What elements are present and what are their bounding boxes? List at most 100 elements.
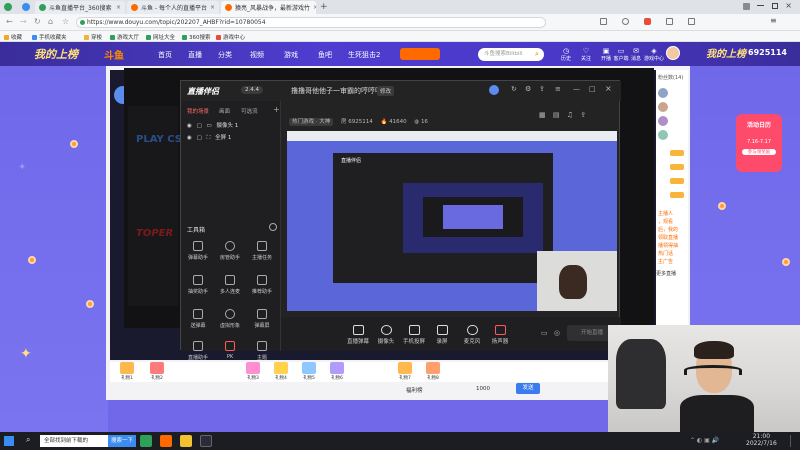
live-danmu-button[interactable]: 直播弹幕 bbox=[343, 325, 373, 345]
tool-lottery[interactable]: 抽奖助手 bbox=[183, 275, 213, 295]
camera-button[interactable]: 摄像头 bbox=[371, 325, 401, 345]
tool-danmu-assistant[interactable]: 弹幕助手 bbox=[183, 241, 213, 261]
phone-cast-button[interactable]: 手机投屏 bbox=[399, 325, 429, 345]
add-scene-icon[interactable]: + bbox=[273, 105, 280, 114]
preview-canvas[interactable]: 直播伴侣 bbox=[287, 131, 617, 311]
tool-send-danmu[interactable]: 送弹幕 bbox=[183, 309, 213, 329]
tool-room-admin[interactable]: 房管助手 bbox=[215, 241, 245, 261]
gift-item[interactable]: 礼物7 bbox=[394, 362, 416, 381]
tab-streams[interactable]: 可选流 bbox=[241, 107, 258, 115]
new-tab-button[interactable]: + bbox=[320, 2, 328, 12]
menu-icon[interactable] bbox=[743, 3, 750, 10]
promo-badge[interactable] bbox=[400, 48, 440, 60]
microphone-button[interactable]: 麦克风 bbox=[457, 325, 487, 345]
user-avatar[interactable] bbox=[666, 46, 680, 60]
companion-taskbar-icon[interactable] bbox=[200, 435, 212, 447]
close-window-icon[interactable]: × bbox=[785, 1, 792, 10]
nav-home[interactable]: 首页 bbox=[158, 50, 172, 60]
gift-item[interactable]: 礼物6 bbox=[326, 362, 348, 381]
bookmark-item[interactable]: 游戏大厅 bbox=[110, 33, 139, 41]
tab-360-search[interactable]: 斗鱼直播平台_360搜索 × bbox=[35, 1, 125, 14]
nav-fishbar[interactable]: 鱼吧 bbox=[318, 50, 332, 60]
gift-item[interactable]: 礼物8 bbox=[422, 362, 444, 381]
tab-my-scenes[interactable]: 我的场景 bbox=[187, 107, 209, 115]
forward-icon[interactable]: → bbox=[20, 17, 27, 26]
nav-category[interactable]: 分类 bbox=[218, 50, 232, 60]
tool-danmu-screen[interactable]: 弹幕屏 bbox=[247, 309, 277, 329]
tab-close-icon[interactable]: × bbox=[313, 4, 316, 11]
game-center-button[interactable]: ◈ 游戏中心 bbox=[642, 47, 666, 62]
share-icon[interactable]: ⇪ bbox=[539, 85, 545, 93]
screenshot-icon[interactable] bbox=[666, 18, 673, 25]
history-button[interactable]: ◷ 历史 bbox=[556, 47, 576, 62]
bookmark-item[interactable]: 网址大全 bbox=[146, 33, 175, 41]
url-field[interactable]: https://www.douyu.com/topic/202207_AHBF?… bbox=[76, 17, 546, 28]
share-icon[interactable]: ⇪ bbox=[580, 111, 586, 119]
speaker-button[interactable]: 扬声器 bbox=[485, 325, 515, 345]
scene-item[interactable]: ◉ ▢ ▭ 摄像头 1 bbox=[187, 121, 238, 129]
download-icon[interactable] bbox=[622, 18, 629, 25]
eye-icon[interactable]: ◉ bbox=[187, 123, 192, 129]
browser-taskbar-icon[interactable] bbox=[140, 435, 152, 447]
tab-canvas[interactable]: 画面 bbox=[219, 107, 230, 115]
close-icon[interactable]: × bbox=[605, 84, 612, 93]
scene-item[interactable]: ◉ ▢ ⛶ 全屏 1 bbox=[187, 133, 231, 142]
event-calendar-badge[interactable]: 活动日历 7.16-7.17 参与领奖励 bbox=[736, 114, 782, 172]
tab-douyu-stream[interactable]: 猿亮_风暴战争，最新游戏竹 × bbox=[221, 1, 316, 14]
clock[interactable]: 21:00 2022/7/16 bbox=[746, 433, 777, 447]
gift-item[interactable]: 礼物5 bbox=[298, 362, 320, 381]
tab-douyu-home[interactable]: 斗鱼 - 每个人的直播平台 × bbox=[127, 1, 219, 14]
follow-button[interactable]: ♡ 关注 bbox=[576, 47, 596, 62]
bookmark-item[interactable]: 360搜索 bbox=[182, 33, 211, 41]
lock-icon[interactable]: ▢ bbox=[197, 123, 202, 129]
site-logo[interactable]: 斗鱼 bbox=[104, 47, 124, 62]
tool-live-assistant[interactable]: 直播助手 bbox=[183, 341, 213, 361]
tool-avatar[interactable]: 虚拟形象 bbox=[215, 309, 245, 329]
video-icon[interactable]: ▭ bbox=[541, 329, 548, 337]
nav-game-promo[interactable]: 生死狙击2 bbox=[348, 50, 380, 60]
extension-icon[interactable] bbox=[600, 18, 607, 25]
nav-games[interactable]: 游戏 bbox=[284, 50, 298, 60]
nav-video[interactable]: 视频 bbox=[250, 50, 264, 60]
layout-icon[interactable]: ▦ bbox=[539, 111, 546, 119]
taskbar-search-button[interactable]: 搜索一下 bbox=[108, 435, 136, 447]
gift-item[interactable]: 礼物3 bbox=[242, 362, 264, 381]
record-dot-icon[interactable]: ◎ bbox=[554, 329, 560, 337]
screen-record-button[interactable]: 录屏 bbox=[427, 325, 457, 345]
eye-icon[interactable]: ◉ bbox=[187, 135, 192, 141]
more-menu-icon[interactable]: ≡ bbox=[770, 16, 777, 25]
tool-pk[interactable]: PK bbox=[215, 341, 245, 360]
toolbox-more-icon[interactable] bbox=[269, 223, 277, 231]
gift-item[interactable]: 礼物1 bbox=[116, 362, 138, 381]
tab-close-icon[interactable]: × bbox=[116, 4, 121, 11]
minimize-icon[interactable]: — bbox=[573, 85, 580, 93]
menu-icon[interactable]: ≡ bbox=[555, 85, 561, 93]
nav-live[interactable]: 直播 bbox=[188, 50, 202, 60]
bookmark-item[interactable]: 穿梭 bbox=[84, 33, 102, 41]
folder-taskbar-icon[interactable] bbox=[180, 435, 192, 447]
tool-multi-mic[interactable]: 多人连麦 bbox=[215, 275, 245, 295]
bell-icon[interactable]: ♫ bbox=[567, 111, 573, 119]
settings-icon[interactable]: ⚙ bbox=[525, 85, 531, 93]
douyu-taskbar-icon[interactable] bbox=[160, 435, 172, 447]
maximize-icon[interactable]: □ bbox=[589, 85, 596, 93]
companion-avatar[interactable] bbox=[489, 85, 499, 95]
star-icon[interactable]: ☆ bbox=[62, 17, 69, 26]
maximize-icon[interactable] bbox=[772, 3, 778, 9]
gift-item[interactable]: 礼物4 bbox=[270, 362, 292, 381]
taskbar-search-input[interactable]: 全部找到前下载的 bbox=[40, 435, 110, 447]
sidebar-icon[interactable] bbox=[688, 18, 695, 25]
gift-item[interactable]: 礼物2 bbox=[146, 362, 168, 381]
tile-icon[interactable]: ▤ bbox=[553, 111, 560, 119]
more-live-link[interactable]: 更多直播 bbox=[656, 270, 676, 277]
bookmark-item[interactable]: 游戏中心 bbox=[216, 33, 245, 41]
search-icon[interactable]: ⌕ bbox=[535, 50, 539, 59]
lock-icon[interactable]: ▢ bbox=[197, 135, 202, 141]
tool-theme[interactable]: 主题 bbox=[247, 341, 277, 361]
bookmark-item[interactable]: 收藏 bbox=[4, 33, 22, 41]
minimize-icon[interactable] bbox=[757, 5, 764, 6]
bookmark-item[interactable]: 手机收藏夹 bbox=[32, 33, 67, 41]
show-desktop-button[interactable] bbox=[790, 435, 798, 447]
tool-recommend[interactable]: 推荐助手 bbox=[247, 275, 277, 295]
refresh-icon[interactable]: ↻ bbox=[34, 17, 41, 26]
